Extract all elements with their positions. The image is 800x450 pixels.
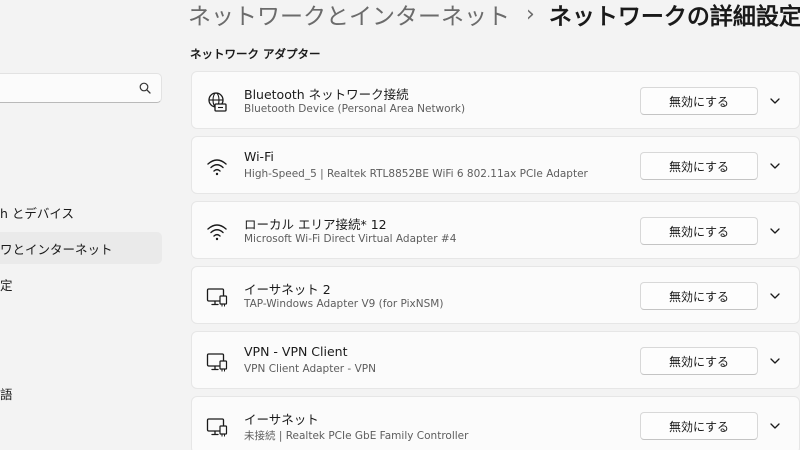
chevron-down-icon[interactable]: [769, 420, 781, 432]
chevron-down-icon[interactable]: [769, 225, 781, 237]
adapter-card-bluetooth[interactable]: Bluetooth ネットワーク接続 Bluetooth Device (Per…: [191, 71, 800, 129]
adapter-description: VPN Client Adapter - VPN: [244, 363, 376, 375]
disable-button[interactable]: 無効にする: [640, 412, 758, 440]
adapter-card-local-area-connection-12[interactable]: ローカル エリア接続* 12 Microsoft Wi-Fi Direct Vi…: [191, 201, 800, 259]
ethernet-monitor-icon: [206, 288, 228, 307]
page-title: ネットワークの詳細設定: [548, 4, 800, 30]
adapter-description: 未接続 | Realtek PCIe GbE Family Controller: [244, 430, 469, 442]
adapter-description: TAP-Windows Adapter V9 (for PixNSM): [244, 298, 444, 310]
sidebar-item-network-internet[interactable]: ワとインターネット: [0, 232, 162, 264]
adapter-name: イーサネット: [244, 412, 319, 427]
adapter-description: High-Speed_5 | Realtek RTL8852BE WiFi 6 …: [244, 168, 588, 180]
adapter-name: ローカル エリア接続* 12: [244, 217, 387, 232]
breadcrumb: ネットワークとインターネット › ネットワークの詳細設定: [188, 0, 800, 32]
adapter-description: Bluetooth Device (Personal Area Network): [244, 103, 466, 115]
disable-button[interactable]: 無効にする: [640, 152, 758, 180]
sidebar-item-label: ワとインターネット: [0, 241, 113, 257]
chevron-down-icon[interactable]: [769, 95, 781, 107]
ethernet-monitor-icon: [206, 418, 228, 437]
search-icon[interactable]: [139, 82, 151, 94]
adapter-card-ethernet-2[interactable]: イーサネット 2 TAP-Windows Adapter V9 (for Pix…: [191, 266, 800, 324]
sidebar-item-label: h とデバイス: [0, 205, 75, 221]
breadcrumb-separator: ›: [526, 1, 535, 27]
disable-button[interactable]: 無効にする: [640, 87, 758, 115]
chevron-down-icon[interactable]: [769, 160, 781, 172]
sidebar-item-label: 定: [0, 277, 13, 293]
sidebar-item-bluetooth-devices[interactable]: h とデバイス: [0, 196, 162, 228]
adapter-card-ethernet[interactable]: イーサネット 未接続 | Realtek PCIe GbE Family Con…: [191, 396, 800, 450]
breadcrumb-parent-link[interactable]: ネットワークとインターネット: [188, 0, 510, 31]
adapter-name: Bluetooth ネットワーク接続: [244, 87, 409, 102]
disable-button[interactable]: 無効にする: [640, 217, 758, 245]
adapter-card-wifi[interactable]: Wi-Fi High-Speed_5 | Realtek RTL8852BE W…: [191, 136, 800, 194]
ethernet-monitor-icon: [206, 353, 228, 372]
adapter-name: イーサネット 2: [244, 282, 331, 297]
settings-search-box[interactable]: [0, 73, 162, 103]
wifi-icon: [207, 224, 227, 241]
chevron-down-icon[interactable]: [769, 355, 781, 367]
chevron-down-icon[interactable]: [769, 290, 781, 302]
sidebar-item-time-language[interactable]: 語: [0, 377, 162, 409]
search-input[interactable]: [0, 74, 129, 102]
settings-window: ネットワークとインターネット › ネットワークの詳細設定 ネットワーク アダプタ…: [0, 0, 800, 450]
disable-button[interactable]: 無効にする: [640, 282, 758, 310]
globe-network-icon: [208, 92, 227, 112]
adapter-card-vpn-client[interactable]: VPN - VPN Client VPN Client Adapter - VP…: [191, 331, 800, 389]
adapter-name: Wi-Fi: [244, 149, 274, 164]
wifi-icon: [207, 159, 227, 176]
section-title: ネットワーク アダプター: [190, 47, 321, 61]
disable-button[interactable]: 無効にする: [640, 347, 758, 375]
adapter-name: VPN - VPN Client: [244, 344, 348, 359]
adapter-description: Microsoft Wi-Fi Direct Virtual Adapter #…: [244, 233, 457, 245]
sidebar-item-label: 語: [0, 386, 13, 402]
sidebar-item-personalization[interactable]: 定: [0, 268, 162, 300]
